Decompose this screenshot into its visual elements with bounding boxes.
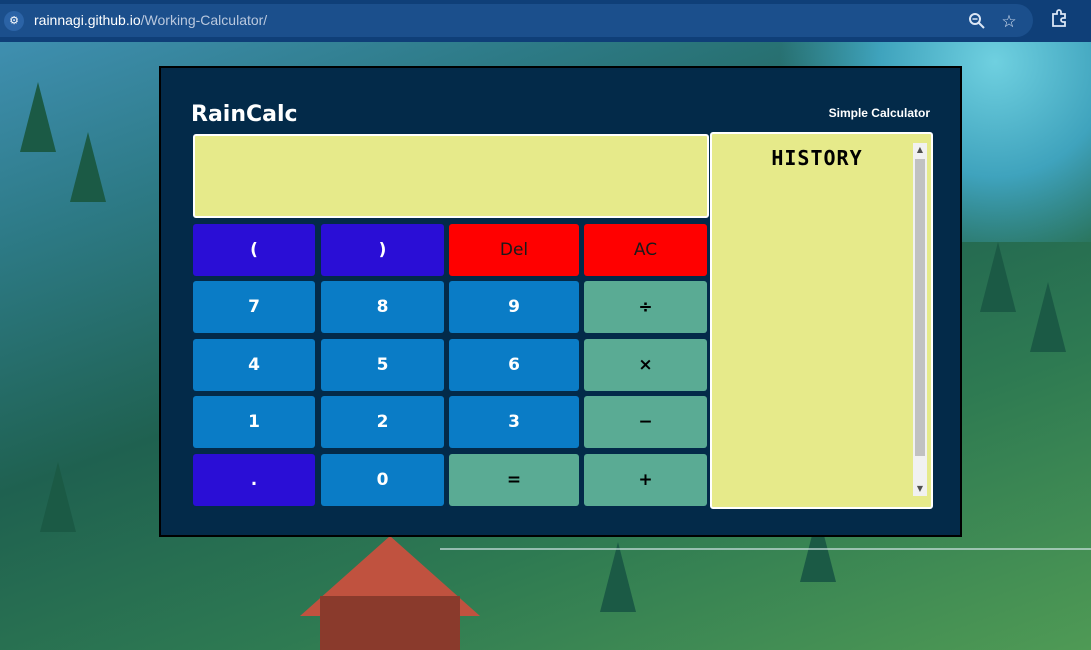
browser-toolbar: ⚙ rainnagi.github.io/Working-Calculator/… xyxy=(0,0,1091,42)
equals-button[interactable]: = xyxy=(449,454,579,506)
scroll-down-arrow-icon[interactable]: ▼ xyxy=(913,482,927,496)
tree xyxy=(40,462,76,532)
digit-7-button[interactable]: 7 xyxy=(193,281,315,333)
history-scrollbar[interactable]: ▲ ▼ xyxy=(913,143,927,496)
plus-button[interactable]: + xyxy=(584,454,707,506)
history-title: HISTORY xyxy=(771,146,863,170)
digit-6-button[interactable]: 6 xyxy=(449,339,579,391)
app-subtitle: Simple Calculator xyxy=(828,106,930,120)
cabin-body xyxy=(320,596,460,650)
decimal-point-button[interactable]: . xyxy=(193,454,315,506)
url-text[interactable]: rainnagi.github.io/Working-Calculator/ xyxy=(34,12,267,28)
all-clear-button[interactable]: AC xyxy=(584,224,707,276)
digit-0-button[interactable]: 0 xyxy=(321,454,444,506)
multiply-button[interactable]: × xyxy=(584,339,707,391)
url-host: rainnagi.github.io xyxy=(34,12,141,28)
digit-2-button[interactable]: 2 xyxy=(321,396,444,448)
digit-1-button[interactable]: 1 xyxy=(193,396,315,448)
history-panel[interactable]: HISTORY ▲ ▼ xyxy=(710,132,933,509)
tree xyxy=(70,132,106,202)
calculator-panel: RainCalc Simple Calculator ( ) Del AC 7 … xyxy=(159,66,962,537)
url-path: /Working-Calculator/ xyxy=(140,12,268,28)
digit-9-button[interactable]: 9 xyxy=(449,281,579,333)
tree xyxy=(980,242,1016,312)
digit-8-button[interactable]: 8 xyxy=(321,281,444,333)
zoom-icon[interactable] xyxy=(966,12,988,32)
digit-5-button[interactable]: 5 xyxy=(321,339,444,391)
calculator-display[interactable] xyxy=(193,134,709,218)
extensions-icon[interactable] xyxy=(1048,8,1070,28)
app-title: RainCalc xyxy=(191,102,298,127)
bookmark-star-icon[interactable]: ☆ xyxy=(998,12,1020,32)
open-paren-button[interactable]: ( xyxy=(193,224,315,276)
divide-button[interactable]: ÷ xyxy=(584,281,707,333)
minus-button[interactable]: − xyxy=(584,396,707,448)
tree xyxy=(600,542,636,612)
site-settings-icon[interactable]: ⚙ xyxy=(4,11,24,31)
digit-3-button[interactable]: 3 xyxy=(449,396,579,448)
tree xyxy=(1030,282,1066,352)
scroll-thumb[interactable] xyxy=(915,159,925,456)
address-bar[interactable]: ⚙ rainnagi.github.io/Working-Calculator/… xyxy=(0,4,1033,37)
scroll-up-arrow-icon[interactable]: ▲ xyxy=(913,143,927,157)
cabin-illustration xyxy=(300,536,480,650)
delete-button[interactable]: Del xyxy=(449,224,579,276)
power-line xyxy=(440,548,1091,550)
close-paren-button[interactable]: ) xyxy=(321,224,444,276)
tree xyxy=(20,82,56,152)
digit-4-button[interactable]: 4 xyxy=(193,339,315,391)
